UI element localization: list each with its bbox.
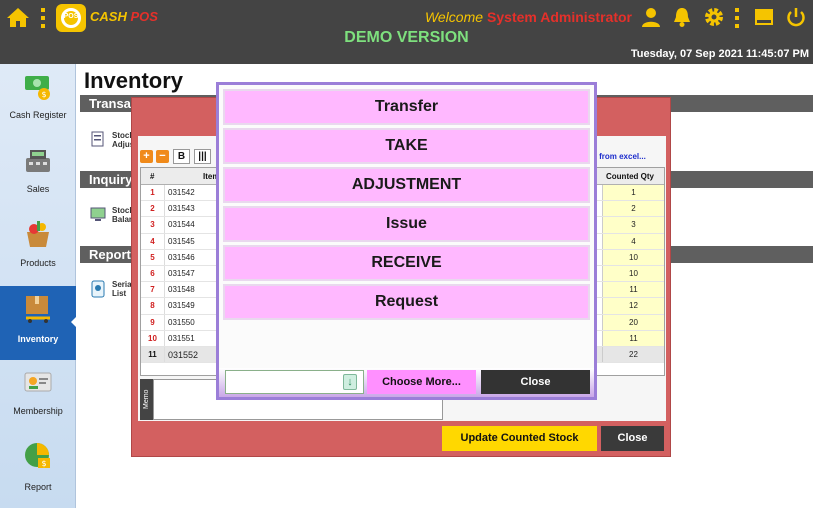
choose-more-button[interactable]: Choose More... [367,370,476,394]
row-number: 1 [141,185,165,201]
sidebar-item-cash-register[interactable]: $ Cash Register [0,64,76,138]
current-datetime: Tuesday, 07 Sep 2021 11:45:07 PM [630,48,809,60]
option-request[interactable]: Request [223,284,590,320]
sidebar-item-report[interactable]: $ Report [0,434,76,508]
adjustment-type-picker: Transfer TAKE ADJUSTMENT Issue RECEIVE R… [216,82,597,400]
sidebar-item-label: Membership [13,406,63,416]
sales-icon [26,150,50,172]
sidebar-item-label: Report [24,482,52,492]
inventory-icon [26,296,50,323]
picker-close-button[interactable]: Close [481,370,590,394]
row-number: 7 [141,282,165,298]
counted-qty-cell[interactable]: 22 [602,347,664,363]
menu-icon[interactable] [40,8,46,28]
welcome-text: Welcome System Administrator [424,9,632,25]
menu-icon[interactable] [734,8,740,28]
cash-register-icon: $ [25,76,50,100]
sidebar-item-inventory[interactable]: Inventory [0,286,76,360]
sidebar-item-label: Products [20,258,56,268]
item-code[interactable]: 031547 [168,266,195,282]
sidebar-item-label: Inventory [17,334,59,344]
item-code[interactable]: 031544 [168,217,195,233]
bold-button[interactable]: B [173,149,190,164]
power-icon[interactable] [785,6,807,28]
svg-text:$: $ [41,90,46,99]
counted-qty-cell[interactable]: 12 [602,298,664,314]
counted-qty-cell[interactable]: 11 [602,330,664,346]
row-number: 5 [141,249,165,265]
sidebar-item-sales[interactable]: Sales [0,138,76,212]
memo-label: Memo [140,379,153,420]
counted-qty-cell[interactable]: 3 [602,217,664,233]
remove-row-button[interactable]: − [156,150,169,163]
app-window: POS CASH POS Welcome System Administrator… [0,0,813,508]
page-title: Inventory [84,68,184,93]
counted-qty-cell[interactable]: 20 [602,314,664,330]
column-header-counted-qty: Counted Qty [606,172,654,181]
option-transfer[interactable]: Transfer [223,89,590,125]
app-brand: CASH POS [90,9,158,24]
sidebar-item-membership[interactable]: Membership [0,360,76,434]
bell-icon[interactable] [671,6,693,28]
demo-version-label: DEMO VERSION [344,29,469,46]
option-receive[interactable]: RECEIVE [223,245,590,281]
counted-qty-cell[interactable]: 4 [602,233,664,249]
document-icon [91,131,104,147]
svg-text:$: $ [41,459,46,468]
row-number: 4 [141,233,165,249]
report-icon: $ [25,443,50,468]
column-header-row-no: # [150,172,155,181]
window-icon[interactable] [753,6,775,28]
close-dialog-button[interactable]: Close [601,426,664,451]
counted-qty-cell[interactable]: 11 [602,282,664,298]
item-code[interactable]: 031543 [168,201,195,217]
import-from-excel-link[interactable]: d from excel... [592,152,646,161]
item-code[interactable]: 031549 [168,298,195,314]
monitor-icon [90,207,106,221]
option-take[interactable]: TAKE [223,128,590,164]
item-code[interactable]: 031550 [168,315,195,331]
membership-icon [24,372,52,392]
counted-qty-cell[interactable]: 10 [602,249,664,265]
item-code[interactable]: 031551 [168,331,195,347]
option-adjustment[interactable]: ADJUSTMENT [223,167,590,203]
gear-icon[interactable] [703,6,725,28]
download-icon[interactable]: ↓ [343,374,357,390]
top-bar: POS CASH POS Welcome System Administrator… [0,0,813,64]
row-number: 9 [141,314,165,330]
row-number: 8 [141,298,165,314]
row-number: 10 [141,330,165,346]
option-issue[interactable]: Issue [223,206,590,242]
counted-qty-cell[interactable]: 1 [602,185,664,201]
products-icon [27,221,49,247]
item-code[interactable]: 031548 [168,282,195,298]
item-code[interactable]: 031545 [168,234,195,250]
row-number: 3 [141,217,165,233]
row-number: 6 [141,266,165,282]
sidebar-item-label: Cash Register [9,110,67,120]
row-number: 2 [141,201,165,217]
counted-qty-cell[interactable]: 2 [602,201,664,217]
add-row-button[interactable]: + [140,150,153,163]
home-icon[interactable] [6,6,30,28]
user-name: System Administrator [487,9,632,25]
active-indicator [71,317,76,327]
update-counted-stock-button[interactable]: Update Counted Stock [442,426,597,451]
picker-footer: ↓ Choose More... Close [219,368,594,397]
item-code[interactable]: 031546 [168,250,195,266]
user-icon[interactable] [640,6,662,28]
sidebar-item-label: Sales [26,184,50,194]
sidebar-item-products[interactable]: Products [0,212,76,286]
row-number: 11 [141,347,165,363]
sidebar: $ Cash Register Sales Products Inventory [0,64,76,508]
item-code[interactable]: 031552 [168,347,198,363]
picker-search-input[interactable]: ↓ [225,370,364,394]
serial-icon [91,280,105,298]
item-code[interactable]: 031542 [168,185,195,201]
app-logo: POS [56,4,86,32]
barcode-button[interactable]: ||| [194,149,211,164]
counted-qty-cell[interactable]: 10 [602,266,664,282]
